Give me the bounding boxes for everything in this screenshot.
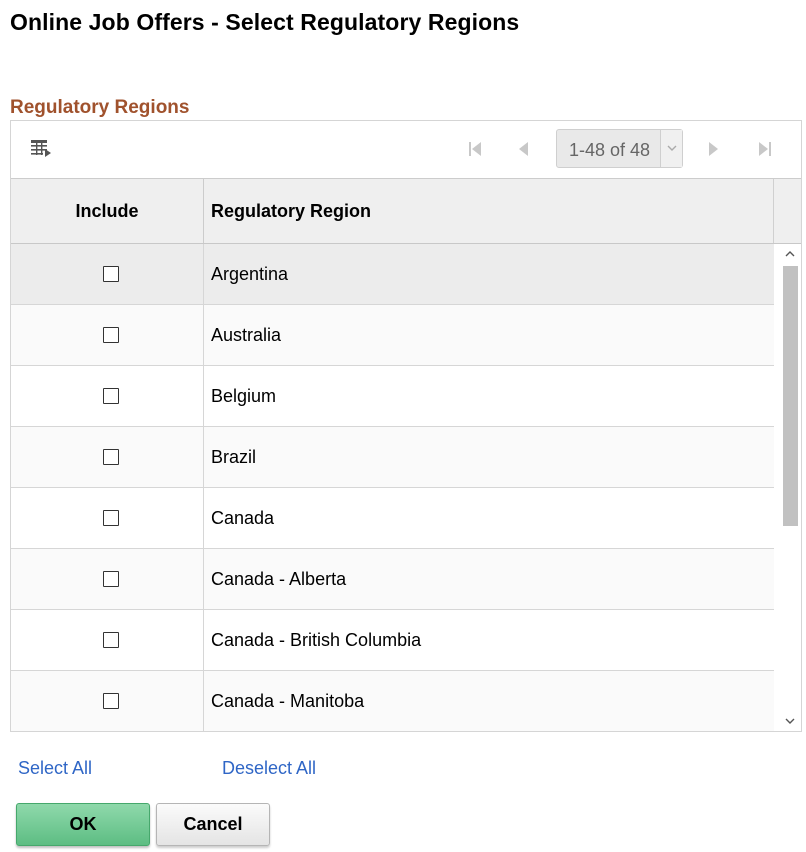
include-column-header[interactable]: Include	[11, 179, 204, 243]
vertical-scrollbar[interactable]	[779, 244, 801, 731]
include-cell	[11, 427, 204, 487]
table-row[interactable]: Canada - Manitoba	[11, 671, 774, 731]
select-all-link[interactable]: Select All	[18, 758, 92, 779]
grid-view-icon[interactable]	[30, 139, 52, 159]
include-cell	[11, 549, 204, 609]
regions-grid: 1-48 of 48 Include Regulatory Region Arg…	[10, 120, 802, 732]
region-name: Canada - Alberta	[211, 569, 347, 589]
region-name: Canada - Manitoba	[211, 691, 365, 711]
table-row[interactable]: Argentina	[11, 244, 774, 305]
table-row[interactable]: Brazil	[11, 427, 774, 488]
include-checkbox[interactable]	[103, 327, 119, 343]
header-spacer	[773, 179, 801, 243]
cancel-button[interactable]: Cancel	[156, 803, 270, 846]
grid-toolbar: 1-48 of 48	[11, 121, 801, 178]
scroll-up-icon[interactable]	[779, 244, 801, 264]
first-page-icon[interactable]	[464, 138, 486, 160]
grid-rows: Argentina Australia Belgium Brazil Canad…	[11, 244, 774, 731]
include-cell	[11, 671, 204, 731]
include-cell	[11, 488, 204, 548]
include-cell	[11, 366, 204, 426]
region-name: Canada	[211, 508, 275, 528]
ok-button[interactable]: OK	[16, 803, 150, 846]
include-checkbox[interactable]	[103, 266, 119, 282]
include-checkbox[interactable]	[103, 693, 119, 709]
scroll-down-icon[interactable]	[779, 711, 801, 731]
include-checkbox[interactable]	[103, 571, 119, 587]
chevron-down-icon[interactable]	[660, 130, 682, 167]
include-cell	[11, 305, 204, 365]
region-name: Brazil	[211, 447, 257, 467]
page-title: Online Job Offers - Select Regulatory Re…	[10, 9, 520, 35]
region-name: Argentina	[211, 264, 289, 284]
region-name: Australia	[211, 325, 282, 345]
table-row[interactable]: Belgium	[11, 366, 774, 427]
next-page-icon[interactable]	[702, 138, 724, 160]
table-row[interactable]: Canada	[11, 488, 774, 549]
include-cell	[11, 244, 204, 304]
table-row[interactable]: Canada - Alberta	[11, 549, 774, 610]
region-name: Canada - British Columbia	[211, 630, 422, 650]
regulatory-region-column-header[interactable]: Regulatory Region	[211, 179, 371, 243]
table-row[interactable]: Canada - British Columbia	[11, 610, 774, 671]
region-name: Belgium	[211, 386, 277, 406]
include-checkbox[interactable]	[103, 388, 119, 404]
include-cell	[11, 610, 204, 670]
page-range-text: 1-48 of 48	[569, 140, 651, 160]
deselect-all-link[interactable]: Deselect All	[222, 758, 316, 779]
last-page-icon[interactable]	[754, 138, 776, 160]
grid-header-row: Include Regulatory Region	[11, 178, 801, 244]
table-row[interactable]: Australia	[11, 305, 774, 366]
previous-page-icon[interactable]	[513, 138, 535, 160]
include-checkbox[interactable]	[103, 449, 119, 465]
include-checkbox[interactable]	[103, 632, 119, 648]
scrollbar-thumb[interactable]	[783, 266, 798, 526]
include-checkbox[interactable]	[103, 510, 119, 526]
section-title: Regulatory Regions	[10, 97, 190, 118]
page-range-dropdown[interactable]: 1-48 of 48	[556, 129, 683, 168]
